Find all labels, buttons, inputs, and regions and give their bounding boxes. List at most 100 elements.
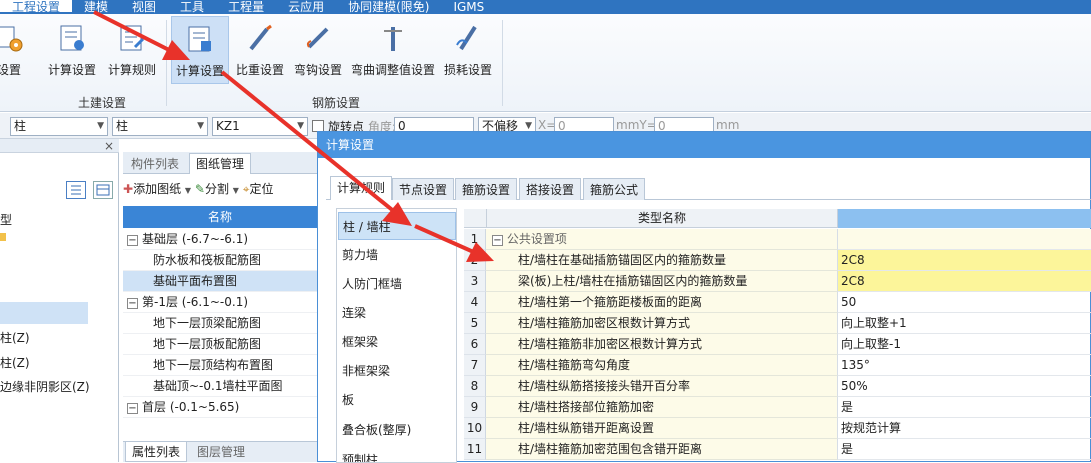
close-icon[interactable]: ×	[104, 139, 114, 153]
menu-quantity[interactable]: 工程量	[216, 0, 276, 14]
grid-row[interactable]: 8 柱/墙柱纵筋搭接接头错开百分率 50%	[464, 376, 1091, 397]
setting-value[interactable]: 是	[838, 439, 1091, 460]
tab-layers[interactable]: 图层管理	[191, 442, 251, 462]
setting-value[interactable]: 2C8	[838, 250, 1091, 271]
setting-value[interactable]: 2C8	[838, 271, 1091, 292]
tree-row-label: 基础顶~-0.1墙柱平面图	[153, 379, 283, 393]
row-number: 10	[464, 418, 486, 439]
tab-properties[interactable]: 属性列表	[125, 442, 188, 462]
grid-row[interactable]: 6 柱/墙柱箍筋非加密区根数计算方式 向上取整-1	[464, 334, 1091, 355]
category-item[interactable]: 柱 / 墙柱	[338, 212, 456, 240]
weight-icon	[244, 20, 276, 56]
grid-row[interactable]: 3 梁(板)上柱/墙柱在插筋锚固区内的箍筋数量 2C8	[464, 271, 1091, 292]
grid-row[interactable]: 9 柱/墙柱搭接部位箍筋加密是	[464, 397, 1091, 418]
tree-row[interactable]: − 首层 (-0.1~5.65)	[123, 397, 317, 418]
loss-settings-button[interactable]: 损耗设置	[440, 16, 496, 84]
selected-tree-item[interactable]	[0, 302, 88, 324]
setting-value[interactable]: 50	[838, 292, 1091, 313]
setting-name: 柱/墙柱箍筋加密范围包含错开距离	[486, 439, 838, 460]
bend-adjust-settings-button[interactable]: 弯曲调整值设置	[348, 16, 438, 84]
element-type-combo[interactable]: 柱 ▼	[10, 117, 108, 136]
category-item[interactable]: 剪力墙	[338, 241, 456, 269]
setting-value[interactable]: 135°	[838, 355, 1091, 376]
grid-row[interactable]: 4 柱/墙柱第一个箍筋距楼板面的距离 50	[464, 292, 1091, 313]
grid-row[interactable]: 2 柱/墙柱在基础插筋锚固区内的箍筋数量 2C8	[464, 250, 1091, 271]
tree-row[interactable]: 地下一层顶结构布置图	[123, 355, 317, 376]
tree-item[interactable]: 边缘非阴影区(Z)	[0, 378, 90, 395]
calc-rules-button[interactable]: 计算规则	[104, 16, 160, 84]
locate-button[interactable]: 定位	[250, 182, 274, 196]
tree-row[interactable]: − 基础层 (-6.7~-6.1)	[123, 229, 317, 250]
grid-row[interactable]: 10 柱/墙柱纵筋错开距离设置 按规范计算	[464, 418, 1091, 439]
setting-value[interactable]: 50%	[838, 376, 1091, 397]
mm-label: mm	[716, 118, 740, 132]
group-label-civil: 土建设置	[78, 96, 127, 110]
element-subtype-combo[interactable]: 柱 ▼	[112, 117, 208, 136]
setting-value[interactable]: 是	[838, 397, 1091, 418]
collapse-icon[interactable]: −	[127, 235, 138, 246]
section-label: 公共设置项	[506, 232, 567, 246]
category-item[interactable]: 板	[338, 386, 456, 414]
folder-icon	[0, 233, 6, 241]
menu-project-settings[interactable]: 工程设置	[0, 0, 73, 14]
bend-icon	[377, 20, 409, 56]
ribbon: 设置 计算设置 计算规则 计算设置 比重设置 弯钩设置 弯曲调整值设置 损耗设置…	[0, 14, 1091, 112]
civil-calc-settings-button[interactable]: 计算设置	[44, 16, 100, 84]
tab-component-list[interactable]: 构件列表	[127, 154, 183, 174]
category-item[interactable]: 叠合板(整厚)	[338, 416, 456, 444]
category-item[interactable]: 预制柱	[338, 446, 456, 462]
tab-stirrup-settings[interactable]: 箍筋设置	[455, 178, 518, 200]
collapse-icon[interactable]: −	[127, 298, 138, 309]
weight-settings-button[interactable]: 比重设置	[232, 16, 288, 84]
row-number: 9	[464, 397, 486, 418]
setting-value[interactable]: 向上取整-1	[838, 334, 1091, 355]
list-view-icon[interactable]	[66, 181, 86, 199]
category-item[interactable]: 框架梁	[338, 328, 456, 356]
drawing-toolbar: ✚添加图纸 ▼ ✎分割 ▼ ⌖定位	[123, 176, 317, 202]
grid-row[interactable]: 7 柱/墙柱箍筋弯勾角度 135°	[464, 355, 1091, 376]
grid-section-row[interactable]: 1 − 公共设置项	[464, 229, 1091, 250]
tree-row[interactable]: 地下一层顶梁配筋图	[123, 313, 317, 334]
calc-settings-icon	[184, 21, 216, 57]
category-item[interactable]: 非框架梁	[338, 357, 456, 385]
ribbon-separator	[502, 20, 503, 106]
tab-drawing-management[interactable]: 图纸管理	[189, 153, 252, 174]
grid-view-icon[interactable]	[93, 181, 113, 199]
tab-node-settings[interactable]: 节点设置	[392, 178, 455, 200]
grid-row[interactable]: 5 柱/墙柱箍筋加密区根数计算方式 向上取整+1	[464, 313, 1091, 334]
element-name-combo[interactable]: KZ1 ▼	[212, 117, 308, 136]
tab-stirrup-formula[interactable]: 箍筋公式	[583, 178, 646, 200]
tree-row[interactable]: 地下一层顶板配筋图	[123, 334, 317, 355]
menu-cloud[interactable]: 云应用	[276, 0, 336, 14]
grid-row[interactable]: 11 柱/墙柱箍筋加密范围包含错开距离是	[464, 439, 1091, 460]
tree-item[interactable]: 型	[0, 211, 12, 228]
collapse-icon[interactable]: −	[127, 403, 138, 414]
tree-row[interactable]: − 第-1层 (-6.1~-0.1)	[123, 292, 317, 313]
split-button[interactable]: 分割	[205, 182, 229, 196]
tree-item[interactable]: 柱(Z)	[0, 354, 30, 371]
tree-row[interactable]: 基础平面布置图	[123, 271, 317, 292]
left-panel: × 型 柱(Z) 柱(Z) 边缘非阴影区(Z)	[0, 139, 119, 462]
add-drawing-button[interactable]: 添加图纸	[133, 182, 181, 196]
setting-value[interactable]: 按规范计算	[838, 418, 1091, 439]
collapse-icon[interactable]: −	[492, 235, 503, 246]
grid-header: 类型名称	[464, 209, 1091, 228]
hook-settings-button[interactable]: 弯钩设置	[290, 16, 346, 84]
menu-tools[interactable]: 工具	[168, 0, 216, 14]
menu-igms[interactable]: IGMS	[441, 0, 496, 14]
category-item[interactable]: 人防门框墙	[338, 270, 456, 298]
menu-view[interactable]: 视图	[120, 0, 168, 14]
setting-value[interactable]: 向上取整+1	[838, 313, 1091, 334]
menu-modeling[interactable]: 建模	[72, 0, 120, 14]
setting-name: 柱/墙柱纵筋搭接接头错开百分率	[486, 376, 838, 397]
rebar-calc-settings-button[interactable]: 计算设置	[171, 16, 229, 84]
category-item[interactable]: 连梁	[338, 299, 456, 327]
tree-row[interactable]: 基础顶~-0.1墙柱平面图	[123, 376, 317, 397]
tree-item[interactable]: 柱(Z)	[0, 329, 30, 346]
tree-row-label: 基础平面布置图	[153, 274, 238, 288]
tab-calc-rules[interactable]: 计算规则	[330, 176, 393, 200]
partial-settings-button[interactable]: 设置	[0, 16, 28, 84]
tab-lap-settings[interactable]: 搭接设置	[519, 178, 582, 200]
tree-row[interactable]: 防水板和筏板配筋图	[123, 250, 317, 271]
menu-collab[interactable]: 协同建模(限免)	[336, 0, 441, 14]
